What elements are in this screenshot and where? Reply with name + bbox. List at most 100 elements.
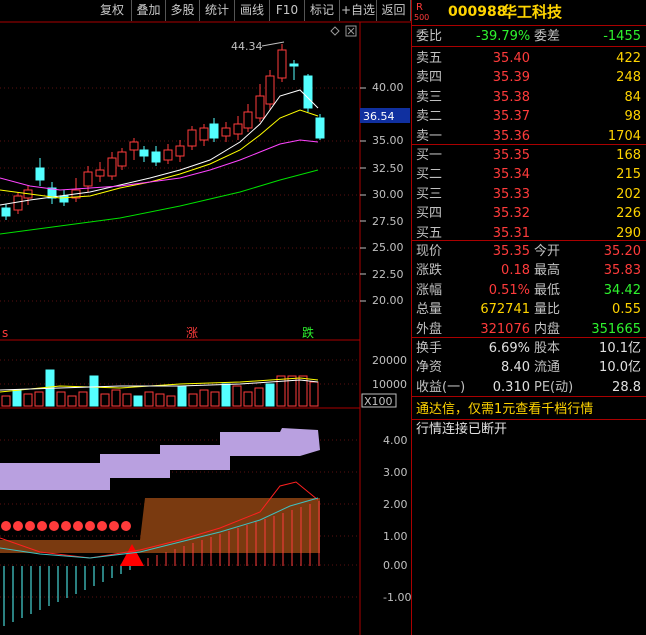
volume-bar [221, 383, 231, 407]
buy-level-row: 买三 35.33 202 [416, 185, 646, 204]
sell-level-label: 卖一 [416, 128, 443, 144]
buy-level-volume: 215 [616, 167, 641, 183]
buy-level-volume: 226 [616, 206, 641, 222]
sell-level-volume: 1704 [607, 128, 641, 144]
price-axis-tick: 25.00 [372, 241, 404, 254]
buy-level-volume: 202 [616, 186, 641, 202]
stock-code: 000988 [448, 4, 507, 20]
buy-level-label: 买一 [416, 148, 443, 163]
indicator-axis-tick: 0.00 [383, 559, 408, 572]
stat-value: 321076 [480, 321, 530, 337]
stat-value: 0.55 [612, 302, 641, 318]
price-axis-tick: 27.50 [372, 215, 404, 228]
stat-label: 最高 [534, 263, 561, 279]
volume-bar [188, 393, 198, 407]
sell-level-price: 35.40 [492, 51, 530, 66]
stat-label: 总量 [416, 302, 443, 318]
sell-level-label: 卖四 [416, 70, 443, 86]
quote-stat-row: 总量 672741 量比 0.55 [416, 300, 646, 319]
stat-label: 涨跌 [416, 263, 443, 279]
finance-label: 流通 [534, 360, 561, 376]
candle-body [151, 151, 161, 163]
indicator-axis-tick: 1.00 [383, 530, 408, 543]
volume-bar [111, 389, 121, 407]
indicator-axis-tick: 4.00 [383, 434, 408, 447]
finance-label: 净资 [416, 360, 443, 376]
stat-label: 量比 [534, 302, 561, 318]
volume-bar [34, 391, 44, 407]
buy-level-row: 买四 35.32 226 [416, 204, 646, 223]
candle-body [187, 129, 197, 147]
weibi-value: -39.79% [476, 29, 531, 44]
finance-value: 10.0亿 [599, 360, 641, 376]
indicator-cloud [0, 428, 320, 490]
price-axis-tick: 22.50 [372, 268, 404, 281]
quote-stat-row: 涨幅 0.51% 最低 34.42 [416, 281, 646, 300]
candle-body [243, 111, 253, 129]
volume-bar [254, 387, 264, 407]
candle-body [315, 117, 325, 139]
diamond-icon[interactable] [330, 26, 340, 36]
candle-body [199, 127, 209, 141]
price-axis-tick: 40.00 [372, 81, 404, 94]
volume-bar [89, 375, 99, 407]
buy-level-label: 买四 [416, 206, 443, 222]
buy-level-price: 35.35 [492, 148, 530, 163]
indicator-axis-tick: 3.00 [383, 466, 408, 479]
volume-bar [133, 395, 143, 407]
buy-level-price: 35.34 [492, 167, 530, 183]
kline-chart-area[interactable]: 44.34 40.00 35.00 32.50 30.00 27.50 25.0… [0, 0, 411, 635]
signal-dot [85, 521, 95, 531]
stat-label: 外盘 [416, 321, 443, 337]
quote-stat-row: 现价 35.35 今开 35.20 [416, 242, 646, 261]
sell-level-label: 卖五 [416, 51, 443, 66]
volume-axis-tick: 20000 [372, 354, 407, 367]
signal-dot [121, 521, 131, 531]
finance-stat-row: 净资 8.40 流通 10.0亿 [416, 358, 646, 377]
notice-text[interactable]: 通达信，仅需1元查看千档行情 [416, 400, 646, 419]
stat-label: 内盘 [534, 321, 561, 337]
sell-level-price: 35.37 [492, 109, 530, 125]
finance-value: 10.1亿 [599, 341, 641, 356]
signal-dot [1, 521, 11, 531]
indicator-axis-tick: 2.00 [383, 498, 408, 511]
signal-dot [73, 521, 83, 531]
volume-bar [12, 389, 22, 407]
candle-body [59, 195, 69, 203]
candle-body [277, 49, 287, 79]
finance-label: 股本 [534, 341, 561, 356]
candle-body [209, 123, 219, 139]
volume-bar [265, 383, 275, 407]
finance-value: 28.8 [612, 379, 641, 395]
stat-value: 0.18 [501, 263, 530, 279]
indicator-axis-tick: -1.00 [383, 591, 411, 604]
volume-axis-tick: 10000 [372, 378, 407, 391]
volume-bar [56, 391, 66, 407]
buy-level-price: 35.32 [492, 206, 530, 222]
volume-bar [122, 393, 132, 407]
candle-body [221, 127, 231, 137]
volume-bar [67, 395, 77, 407]
sell-level-row: 卖五 35.40 422 [416, 49, 646, 68]
sell-level-row: 卖二 35.37 98 [416, 107, 646, 126]
candle-body [289, 63, 299, 67]
finance-label: 换手 [416, 341, 443, 356]
price-axis-tick: 20.00 [372, 294, 404, 307]
marker-fall: 跌 [302, 325, 314, 340]
high-price-label: 44.34 [231, 40, 263, 53]
sell-level-volume: 84 [624, 89, 641, 105]
finance-label: PE(动) [534, 379, 574, 395]
volume-unit-label: X100 [364, 395, 393, 408]
candle-body [107, 157, 117, 177]
stock-header: R 500 000988 华工科技 [414, 2, 646, 24]
candle-body [139, 149, 149, 157]
signal-dot [25, 521, 35, 531]
finance-value: 0.310 [492, 379, 530, 395]
buy-level-row: 买一 35.35 168 [416, 146, 646, 165]
stat-value: 672741 [480, 302, 530, 318]
candle-body [255, 95, 265, 119]
volume-bar [1, 395, 11, 407]
price-axis-tick: 35.00 [372, 134, 404, 147]
sell-level-row: 卖四 35.39 248 [416, 68, 646, 87]
signal-dot [61, 521, 71, 531]
